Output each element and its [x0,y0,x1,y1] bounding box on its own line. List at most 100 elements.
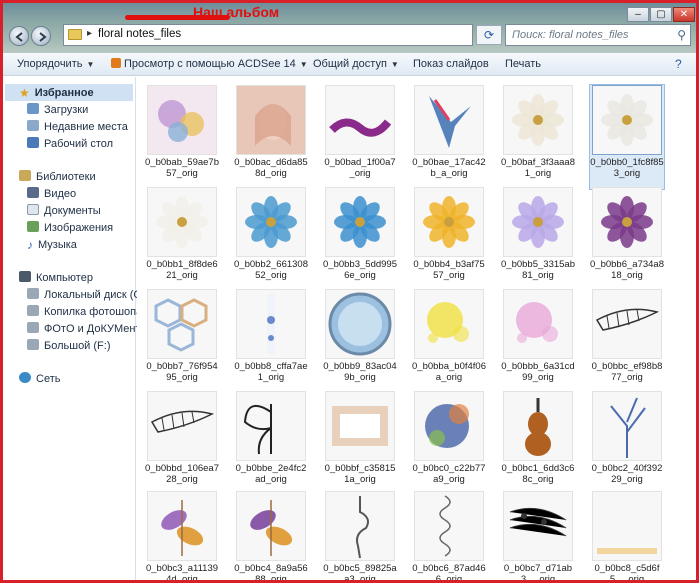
file-thumbnail[interactable] [325,187,395,257]
file-thumbnail[interactable] [236,391,306,461]
file-name: 0_b0bbf_c358151a_orig [324,463,396,485]
file-thumbnail[interactable] [147,491,217,561]
file-thumbnail[interactable] [592,391,662,461]
nav-downloads[interactable]: Загрузки [27,103,88,116]
file-thumbnail[interactable] [503,391,573,461]
breadcrumb-folder[interactable]: floral notes_files [98,28,181,40]
share-menu[interactable]: Общий доступ ▼ [313,58,399,70]
file-name: 0_b0baf_3f3aaa81_orig [501,157,575,179]
file-thumbnail[interactable] [325,391,395,461]
nav-computer-label: Компьютер [36,272,93,284]
flower-thumbnail-icon [512,94,564,146]
portrait-thumbnail-icon [237,86,305,154]
address-bar[interactable]: ▸ floral notes_files [63,24,473,46]
nav-music[interactable]: ♪ Музыка [27,238,77,252]
file-name: 0_b0bb5_3315ab81_orig [501,259,575,281]
scribble-thumbnail-icon [439,495,451,557]
file-thumbnail[interactable] [147,391,217,461]
file-name: 0_b0bc6_87ad466_orig [412,563,486,583]
nav-documents-label: Документы [44,205,101,217]
album-annotation: Наш альбом [193,4,280,20]
file-thumbnail[interactable] [325,85,395,155]
file-thumbnail[interactable] [592,85,662,155]
file-item[interactable]: 0_b0bb0_1fc8f853_orig [589,84,665,190]
close-button[interactable]: ✕ [673,7,695,22]
circle-thumbnail-icon [328,292,392,356]
violin-thumbnail-icon [525,398,551,456]
file-thumbnail[interactable] [147,85,217,155]
acdsee-button[interactable]: Просмотр с помощью ACDSee 14 ▼ [111,58,308,70]
file-name: 0_b0bbe_2e4fc2ad_orig [235,463,307,485]
refresh-button[interactable]: ⟳ [476,25,502,45]
butterfly-thumbnail-icon [243,404,272,455]
file-thumbnail[interactable] [503,85,573,155]
file-thumbnail[interactable] [414,85,484,155]
breadcrumb-arrow-icon[interactable]: ▸ [87,28,92,39]
file-name: 0_b0bb7_76f95495_orig [146,361,218,383]
file-thumbnail[interactable] [592,491,662,561]
dots-thumbnail-icon [597,548,657,554]
file-name: 0_b0bc2_40f39229_orig [591,463,663,485]
file-thumbnail[interactable] [236,491,306,561]
branch-thumbnail-icon [610,397,646,458]
maximize-button[interactable]: ▢ [650,7,672,22]
nav-photos[interactable]: ФОтО и ДоКУМенты [27,322,148,335]
nav-desktop-label: Рабочий стол [44,138,114,150]
nav-images[interactable]: Изображения [27,221,113,234]
file-thumbnail[interactable] [414,289,484,359]
file-thumbnail[interactable] [147,187,217,257]
file-name: 0_b0bb4_b3af7557_orig [413,259,485,281]
file-name: 0_b0bb1_8f8de621_orig [146,259,218,281]
nav-recent[interactable]: Недавние места [27,120,128,133]
nav-documents[interactable]: Документы [27,204,101,217]
recent-places-icon [27,120,39,131]
hex-thumbnail-icon [154,298,208,352]
file-thumbnail[interactable] [503,187,573,257]
file-thumbnail[interactable] [147,289,217,359]
music-note-icon: ♪ [27,238,33,252]
minimize-button[interactable]: – [627,7,649,22]
file-thumbnail[interactable] [236,289,306,359]
file-thumbnail[interactable] [592,187,662,257]
network-icon [19,372,31,383]
search-input[interactable]: Поиск: floral notes_files ⚲ [505,24,691,46]
print-button[interactable]: Печать [505,58,541,70]
nav-favorites-label: Избранное [34,87,94,99]
organize-menu[interactable]: Упорядочить ▼ [17,58,94,70]
nav-network[interactable]: Сеть [19,372,60,385]
nav-drive-c[interactable]: Локальный диск (C:) [27,288,148,301]
drive-icon [27,322,39,333]
slideshow-button[interactable]: Показ слайдов [413,58,489,70]
nav-drive-f[interactable]: Большой (F:) [27,339,111,352]
back-button[interactable] [9,26,29,46]
file-thumbnail[interactable] [414,187,484,257]
file-thumbnail[interactable] [592,289,662,359]
file-name: 0_b0bc3_a111394d_orig [145,563,219,583]
video-icon [27,187,39,198]
file-thumbnail[interactable] [414,491,484,561]
file-name: 0_b0bac_d6da858d_orig [234,157,308,179]
star-icon: ★ [19,86,30,100]
file-thumbnail[interactable] [414,391,484,461]
nav-photoshop[interactable]: Копилка фотошопа [27,305,142,318]
file-thumbnail[interactable] [503,491,573,561]
forward-button[interactable] [31,26,51,46]
share-label: Общий доступ [313,58,387,70]
help-icon[interactable]: ? [675,57,682,71]
flower-thumbnail-icon [334,196,386,248]
nav-computer[interactable]: Компьютер [19,271,93,284]
file-thumbnail[interactable] [325,491,395,561]
file-thumbnail[interactable] [236,187,306,257]
file-thumbnail[interactable] [236,85,306,155]
file-thumbnail[interactable] [503,289,573,359]
nav-favorites[interactable]: ★ Избранное [5,84,133,101]
organize-label: Упорядочить [17,58,83,70]
nav-video[interactable]: Видео [27,187,76,200]
acdsee-label: Просмотр с помощью ACDSee 14 [124,58,296,70]
file-thumbnail[interactable] [325,289,395,359]
nav-libraries[interactable]: Библиотеки [19,170,96,183]
title-bar: ▸ floral notes_files Наш альбом ⟳ Поиск:… [3,3,696,53]
search-icon[interactable]: ⚲ [677,28,686,42]
nav-desktop[interactable]: Рабочий стол [27,137,113,150]
wash-thumbnail-icon [332,406,388,446]
